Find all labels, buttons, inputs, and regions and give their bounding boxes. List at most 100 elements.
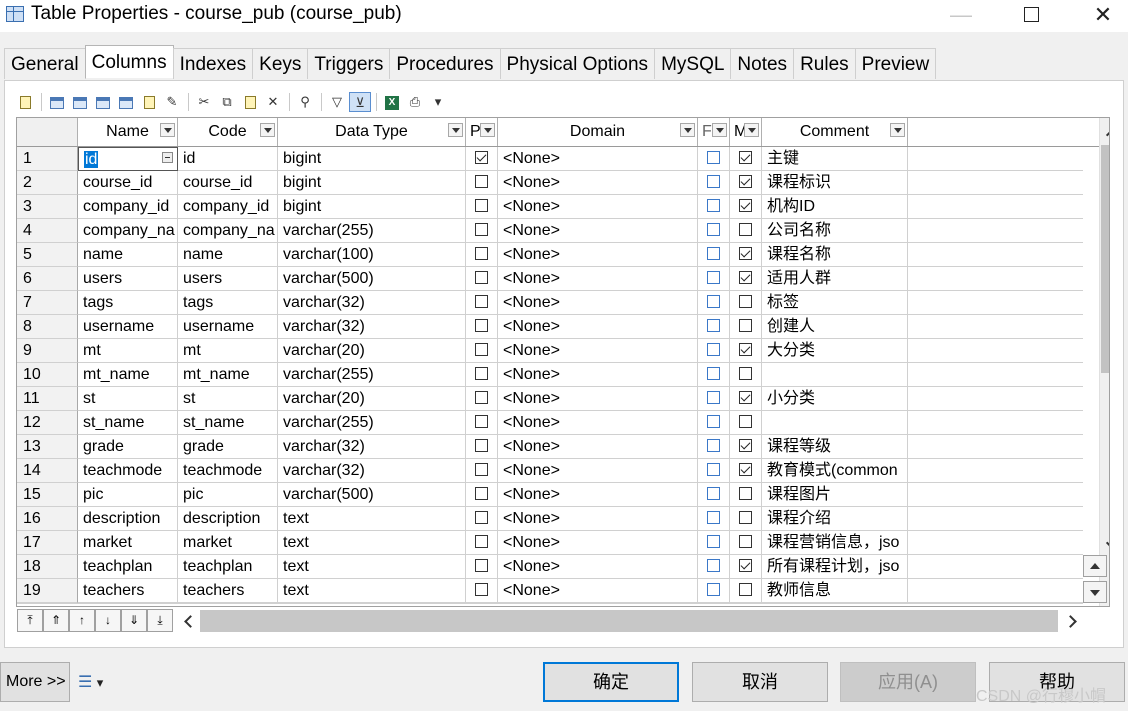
code-cell[interactable]: grade [178,435,278,459]
foreign-cell[interactable] [698,387,730,411]
tab-physical-options[interactable]: Physical Options [499,48,656,79]
options-menu-button[interactable]: ☰ ▾ [78,672,103,692]
tab-mysql[interactable]: MySQL [654,48,732,79]
comment-cell[interactable]: 机构ID [762,195,908,219]
vertical-scrollbar[interactable] [1099,118,1109,606]
table-row[interactable]: 9 mt mt varchar(20) <None> 大分类 [17,339,1083,363]
foreign-cell[interactable] [698,267,730,291]
foreign-cell[interactable] [698,219,730,243]
domain-cell[interactable]: <None> [498,387,698,411]
table-row[interactable]: 1 id id bigint <None> 主键 [17,147,1083,171]
tab-columns[interactable]: Columns [84,45,174,78]
data-type-cell[interactable]: varchar(255) [278,363,466,387]
unchecked-checkbox[interactable] [707,271,720,285]
table-row[interactable]: 7 tags tags varchar(32) <None> 标签 [17,291,1083,315]
primary-cell[interactable] [466,339,498,363]
table-row[interactable]: 18 teachplan teachplan text <None> 所有课程计划，jso [17,555,1083,579]
previous-row-button[interactable]: ↑ [69,609,95,632]
code-cell[interactable]: st [178,387,278,411]
table-row[interactable]: 6 users users varchar(500) <None> 适用人群 [17,267,1083,291]
mandatory-cell[interactable] [730,411,762,435]
vertical-scroll-thumb[interactable] [1101,145,1109,373]
comment-cell[interactable]: 课程图片 [762,483,908,507]
move-down-button[interactable] [1083,581,1107,603]
unchecked-checkbox[interactable] [707,559,720,573]
unchecked-checkbox[interactable] [707,463,720,477]
foreign-cell[interactable] [698,507,730,531]
unchecked-checkbox[interactable] [707,223,720,237]
delete-row-button[interactable] [115,92,137,112]
foreign-cell[interactable] [698,459,730,483]
chevron-down-icon[interactable] [890,123,905,137]
header-comment[interactable]: Comment [762,118,908,146]
mandatory-cell[interactable] [730,579,762,603]
foreign-cell[interactable] [698,435,730,459]
data-type-cell[interactable]: text [278,555,466,579]
mandatory-cell[interactable] [730,291,762,315]
unchecked-checkbox[interactable] [707,175,720,189]
cancel-button[interactable]: 取消 [692,662,828,702]
mandatory-cell[interactable] [730,507,762,531]
move-up-button[interactable] [1083,555,1107,577]
page-up-button[interactable]: ⇑ [43,609,69,632]
table-row[interactable]: 17 market market text <None> 课程营销信息，jso [17,531,1083,555]
unchecked-checkbox[interactable] [475,511,488,525]
name-cell[interactable]: grade [78,435,178,459]
data-type-cell[interactable]: text [278,579,466,603]
scroll-right-icon[interactable] [1066,614,1076,628]
print-button[interactable]: ⎙ [404,92,426,112]
tab-keys[interactable]: Keys [252,48,309,79]
comment-cell[interactable]: 课程名称 [762,243,908,267]
tab-general[interactable]: General [4,48,86,79]
comment-cell[interactable]: 小分类 [762,387,908,411]
primary-cell[interactable] [466,483,498,507]
data-type-cell[interactable]: bigint [278,171,466,195]
unchecked-checkbox[interactable] [707,583,720,597]
unchecked-checkbox[interactable] [475,583,488,597]
domain-cell[interactable]: <None> [498,555,698,579]
comment-cell[interactable]: 标签 [762,291,908,315]
comment-cell[interactable]: 大分类 [762,339,908,363]
add-row-button[interactable] [69,92,91,112]
primary-cell[interactable] [466,195,498,219]
unchecked-checkbox[interactable] [707,295,720,309]
data-type-cell[interactable]: varchar(255) [278,411,466,435]
ok-button[interactable]: 确定 [543,662,679,702]
horizontal-scrollbar[interactable] [184,610,1084,632]
tab-notes[interactable]: Notes [730,48,795,79]
close-button[interactable]: ✕ [1080,0,1126,32]
cell-dropdown-icon[interactable] [162,152,173,163]
data-type-cell[interactable]: varchar(20) [278,387,466,411]
comment-cell[interactable]: 教育模式(common [762,459,908,483]
name-cell[interactable]: course_id [78,171,178,195]
code-cell[interactable]: users [178,267,278,291]
delete-button[interactable]: ✕ [262,92,284,112]
mandatory-cell[interactable] [730,459,762,483]
primary-cell[interactable] [466,147,498,171]
name-cell[interactable]: mt [78,339,178,363]
unchecked-checkbox[interactable] [475,343,488,357]
primary-cell[interactable] [466,315,498,339]
domain-cell[interactable]: <None> [498,531,698,555]
unchecked-checkbox[interactable] [739,535,752,549]
domain-cell[interactable]: <None> [498,339,698,363]
unchecked-checkbox[interactable] [475,199,488,213]
code-cell[interactable]: mt_name [178,363,278,387]
domain-cell[interactable]: <None> [498,435,698,459]
code-cell[interactable]: id [178,147,278,171]
comment-cell[interactable]: 教师信息 [762,579,908,603]
code-cell[interactable]: teachmode [178,459,278,483]
domain-cell[interactable]: <None> [498,195,698,219]
mandatory-cell[interactable] [730,387,762,411]
table-row[interactable]: 2 course_id course_id bigint <None> 课程标识 [17,171,1083,195]
filter-button[interactable]: ⊻ [349,92,371,112]
maximize-button[interactable] [1008,0,1054,32]
chevron-down-icon[interactable] [160,123,175,137]
primary-cell[interactable] [466,411,498,435]
foreign-cell[interactable] [698,411,730,435]
unchecked-checkbox[interactable] [475,223,488,237]
mandatory-cell[interactable] [730,363,762,387]
comment-cell[interactable]: 课程营销信息，jso [762,531,908,555]
chevron-down-icon[interactable] [260,123,275,137]
domain-cell[interactable]: <None> [498,171,698,195]
